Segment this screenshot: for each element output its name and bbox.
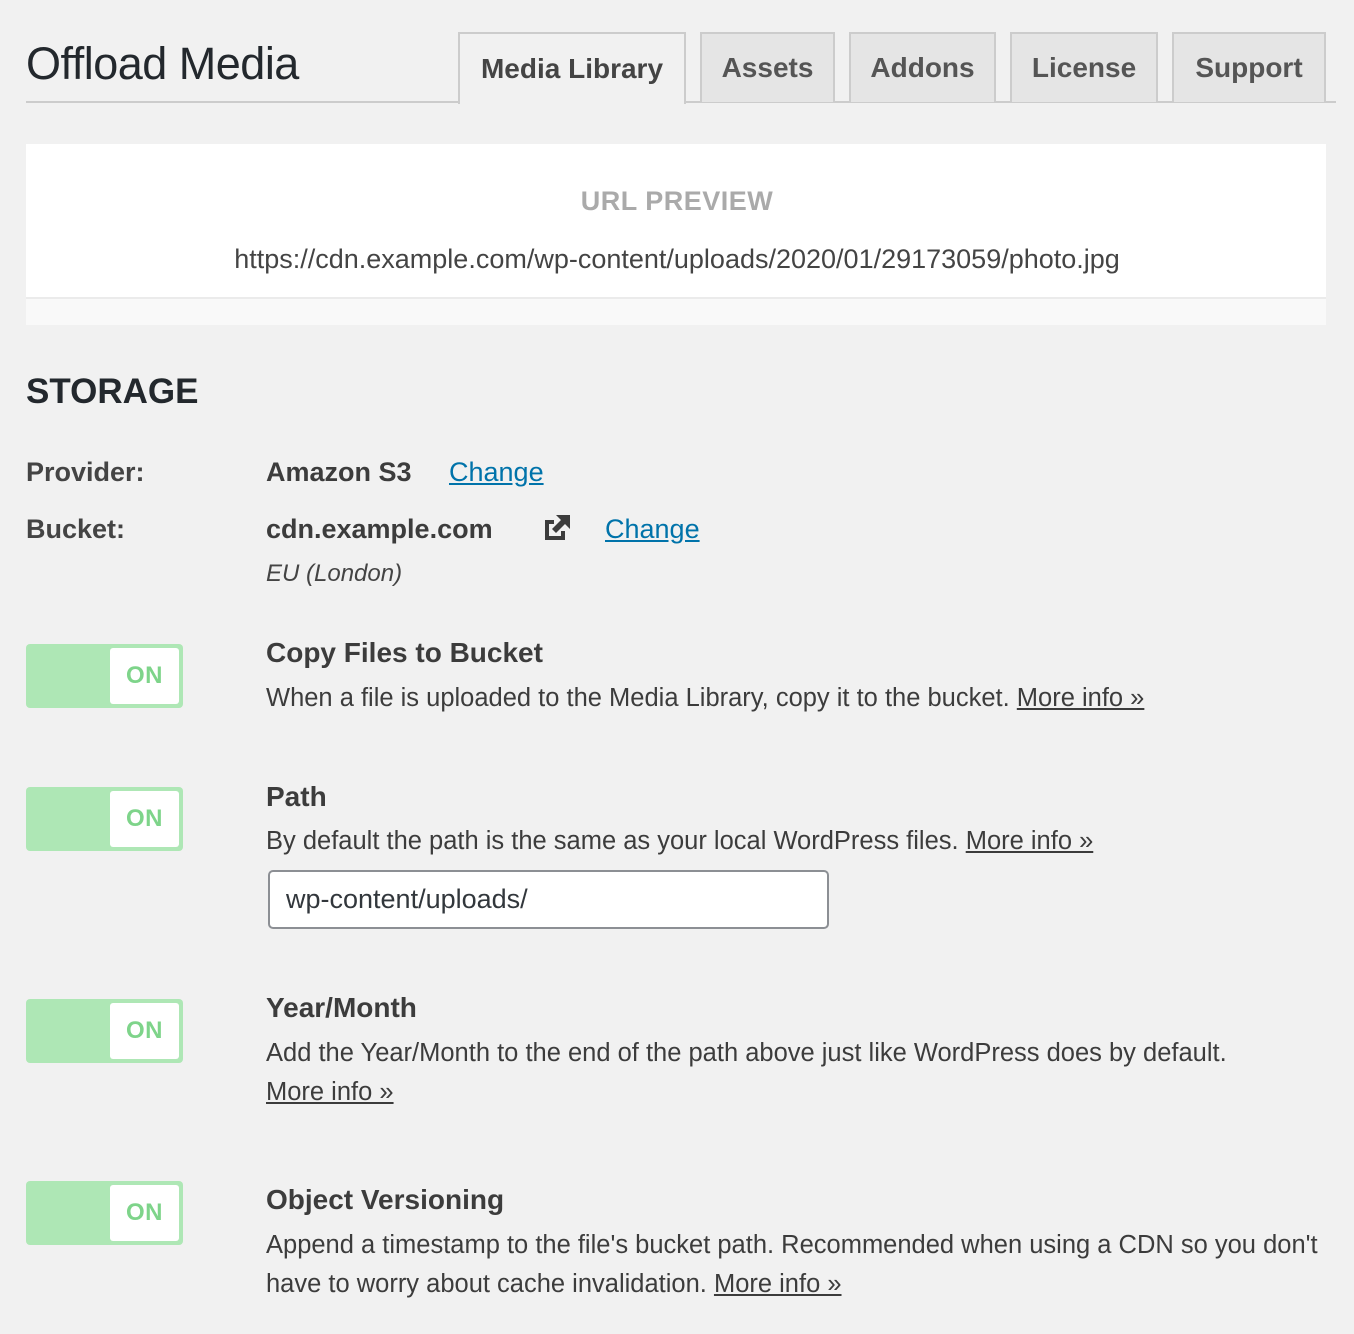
- path-more-info-link[interactable]: More info »: [966, 827, 1094, 855]
- change-bucket-link[interactable]: Change: [605, 514, 700, 545]
- object-versioning-title: Object Versioning: [266, 1184, 505, 1215]
- url-preview-heading: URL PREVIEW: [580, 186, 774, 216]
- url-preview-panel: [26, 144, 1326, 325]
- page-title: Offload Media: [26, 38, 299, 89]
- path-description: By default the path is the same as your …: [266, 822, 1336, 861]
- path-description-text: By default the path is the same as your …: [266, 827, 959, 855]
- tab-media-library[interactable]: Media Library: [458, 32, 686, 104]
- year-month-description: Add the Year/Month to the end of the pat…: [266, 1034, 1336, 1112]
- year-month-more-info-link[interactable]: More info »: [266, 1078, 394, 1106]
- toggle-state-label: ON: [110, 791, 179, 847]
- bucket-label: Bucket:: [26, 514, 126, 544]
- tab-support[interactable]: Support: [1172, 32, 1326, 102]
- path-toggle[interactable]: ON: [26, 787, 183, 851]
- bucket-region: EU (London): [266, 560, 403, 587]
- storage-section-title: STORAGE: [26, 372, 199, 411]
- url-preview-value: https://cdn.example.com/wp-content/uploa…: [234, 244, 1120, 274]
- path-input[interactable]: [268, 870, 829, 929]
- external-link-icon[interactable]: [541, 512, 573, 544]
- toggle-state-label: ON: [110, 1185, 179, 1241]
- change-provider-link[interactable]: Change: [449, 457, 544, 488]
- copy-files-title: Copy Files to Bucket: [266, 637, 543, 668]
- copy-files-more-info-link[interactable]: More info »: [1017, 684, 1145, 712]
- year-month-description-text: Add the Year/Month to the end of the pat…: [266, 1039, 1227, 1067]
- provider-label: Provider:: [26, 457, 145, 487]
- object-versioning-toggle[interactable]: ON: [26, 1181, 183, 1245]
- copy-files-description: When a file is uploaded to the Media Lib…: [266, 679, 1336, 718]
- copy-files-toggle[interactable]: ON: [26, 644, 183, 708]
- object-versioning-description: Append a timestamp to the file's bucket …: [266, 1226, 1336, 1304]
- provider-value: Amazon S3: [266, 457, 412, 487]
- bucket-value: cdn.example.com: [266, 514, 493, 544]
- page-header: Offload Media Media Library Assets Addon…: [26, 0, 1336, 104]
- tab-license[interactable]: License: [1010, 32, 1158, 102]
- year-month-title: Year/Month: [266, 992, 417, 1023]
- year-month-toggle[interactable]: ON: [26, 999, 183, 1063]
- path-title: Path: [266, 781, 327, 812]
- toggle-state-label: ON: [110, 1003, 179, 1059]
- tab-addons[interactable]: Addons: [849, 32, 996, 102]
- object-versioning-more-info-link[interactable]: More info »: [714, 1270, 842, 1298]
- copy-files-description-text: When a file is uploaded to the Media Lib…: [266, 684, 1010, 712]
- tab-assets[interactable]: Assets: [700, 32, 835, 102]
- url-preview-footer: [26, 297, 1326, 325]
- toggle-state-label: ON: [110, 648, 179, 704]
